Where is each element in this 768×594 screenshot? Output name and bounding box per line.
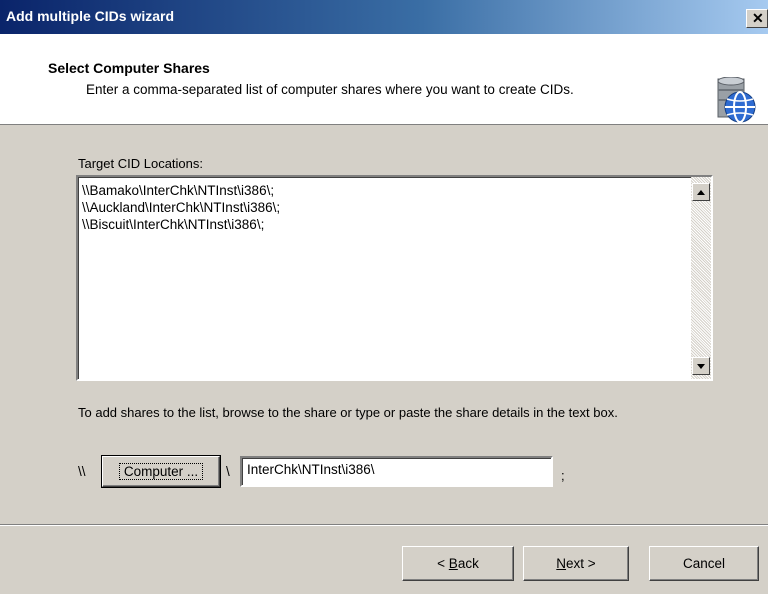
path-suffix: ;	[561, 468, 565, 483]
target-line: \\Biscuit\InterChk\NTInst\i386\;	[82, 217, 265, 232]
arrow-up-icon	[697, 189, 705, 195]
scroll-up-button[interactable]	[692, 183, 710, 201]
cancel-button[interactable]: Cancel	[649, 546, 759, 581]
page-title: Select Computer Shares	[48, 60, 210, 76]
wizard-header: Select Computer Shares Enter a comma-sep…	[0, 34, 768, 125]
target-locations-textarea[interactable]: \\Bamako\InterChk\NTInst\i386\; \\Auckla…	[76, 175, 713, 381]
unc-prefix: \\	[78, 464, 86, 479]
back-button-key: B	[448, 556, 458, 571]
computer-browse-button[interactable]: Computer ...	[101, 455, 221, 488]
close-icon: ✕	[752, 10, 764, 26]
arrow-down-icon	[697, 363, 705, 369]
network-globe-icon	[714, 77, 758, 125]
vertical-scrollbar[interactable]	[691, 177, 711, 379]
title-bar[interactable]: Add multiple CIDs wizard ✕	[0, 0, 768, 34]
next-button-key: N	[556, 556, 567, 571]
share-path-input[interactable]: InterChk\NTInst\i386\	[240, 456, 553, 487]
back-button[interactable]: < Back	[402, 546, 514, 581]
page-subtitle: Enter a comma-separated list of computer…	[86, 82, 574, 97]
target-locations-label: Target CID Locations:	[78, 156, 204, 171]
instruction-text: To add shares to the list, browse to the…	[78, 405, 618, 420]
target-line: \\Auckland\InterChk\NTInst\i386\;	[82, 200, 281, 215]
back-button-rest: ack	[457, 556, 479, 571]
footer-divider	[0, 524, 768, 526]
window-title: Add multiple CIDs wizard	[6, 8, 175, 24]
computer-button-label: Computer ...	[118, 463, 204, 480]
close-button[interactable]: ✕	[746, 9, 768, 28]
path-separator: \	[226, 464, 230, 479]
next-button-rest: ext >	[566, 556, 596, 571]
scroll-down-button[interactable]	[692, 357, 710, 375]
back-button-prefix: <	[437, 556, 449, 571]
next-button[interactable]: Next >	[523, 546, 629, 581]
wizard-window: Add multiple CIDs wizard ✕ Select Comput…	[0, 0, 768, 594]
target-line: \\Bamako\InterChk\NTInst\i386\;	[82, 183, 275, 198]
textarea-content: \\Bamako\InterChk\NTInst\i386\; \\Auckla…	[82, 182, 280, 233]
